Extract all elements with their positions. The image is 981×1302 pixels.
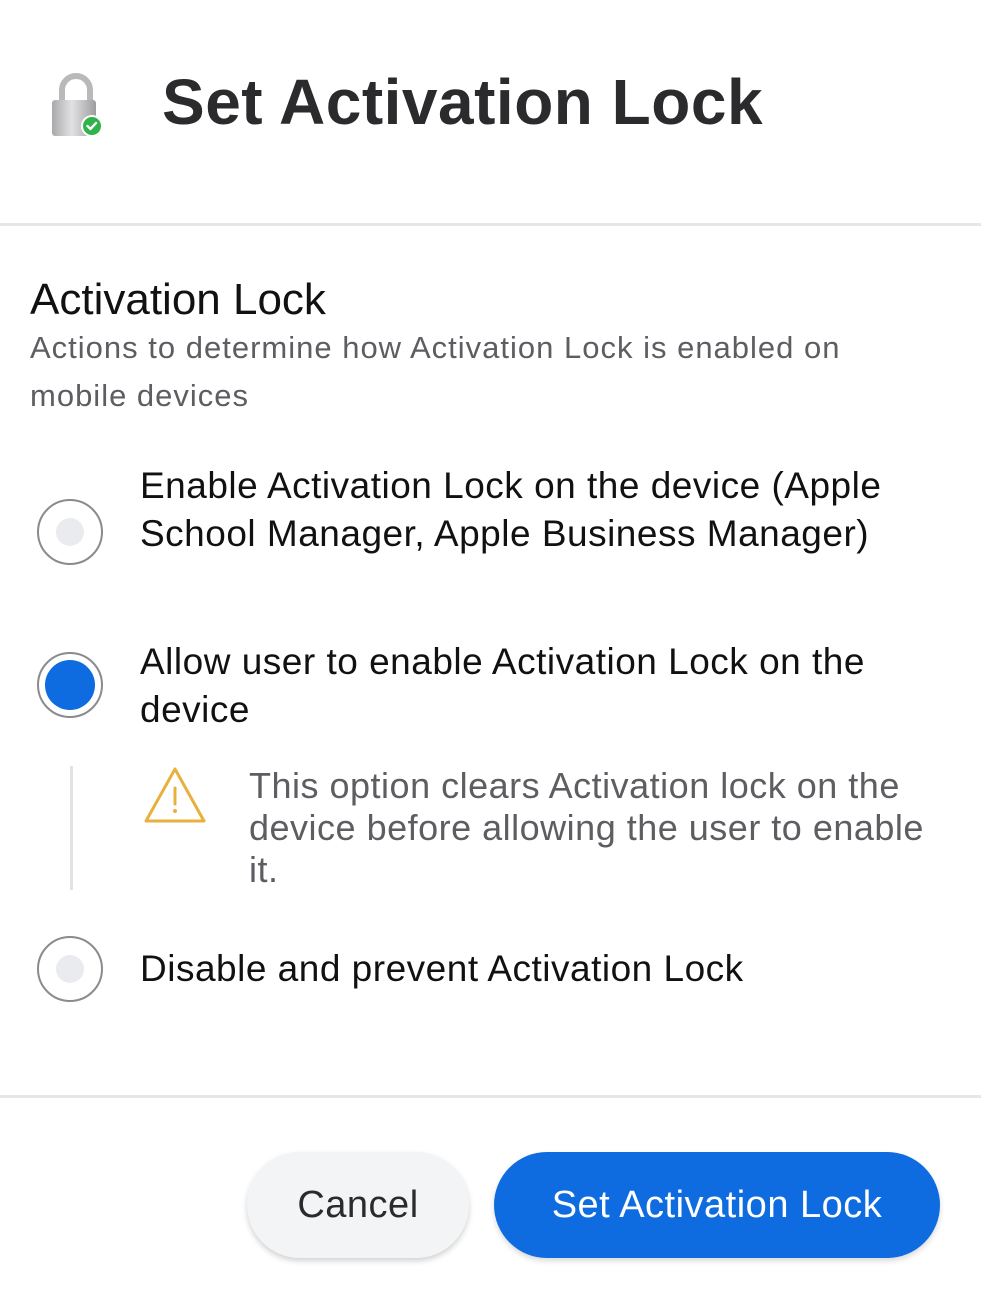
- header-divider: [0, 223, 981, 226]
- set-activation-lock-button[interactable]: Set Activation Lock: [494, 1152, 940, 1258]
- cancel-button[interactable]: Cancel: [247, 1152, 469, 1258]
- option-label-disable-activation-lock[interactable]: Disable and prevent Activation Lock: [140, 945, 930, 993]
- warning-icon: [144, 767, 206, 823]
- lock-check-icon: [52, 73, 103, 137]
- radio-allow-user-enable[interactable]: [37, 652, 103, 718]
- dialog-header: Set Activation Lock: [0, 0, 981, 224]
- radio-enable-activation-lock[interactable]: [37, 499, 103, 565]
- section-title: Activation Lock: [30, 275, 326, 324]
- radio-disable-activation-lock[interactable]: [37, 936, 103, 1002]
- section-description: Actions to determine how Activation Lock…: [30, 330, 841, 413]
- radio-dot: [56, 955, 84, 983]
- option-label-allow-user-enable[interactable]: Allow user to enable Activation Lock on …: [140, 638, 930, 734]
- radio-dot-selected: [45, 660, 95, 710]
- dialog-title: Set Activation Lock: [162, 66, 764, 138]
- option-label-enable-activation-lock[interactable]: Enable Activation Lock on the device (Ap…: [140, 462, 930, 558]
- note-indent-line: [70, 766, 73, 890]
- note-text: This option clears Activation lock on th…: [249, 765, 924, 890]
- footer-divider: [0, 1095, 981, 1098]
- radio-dot: [56, 518, 84, 546]
